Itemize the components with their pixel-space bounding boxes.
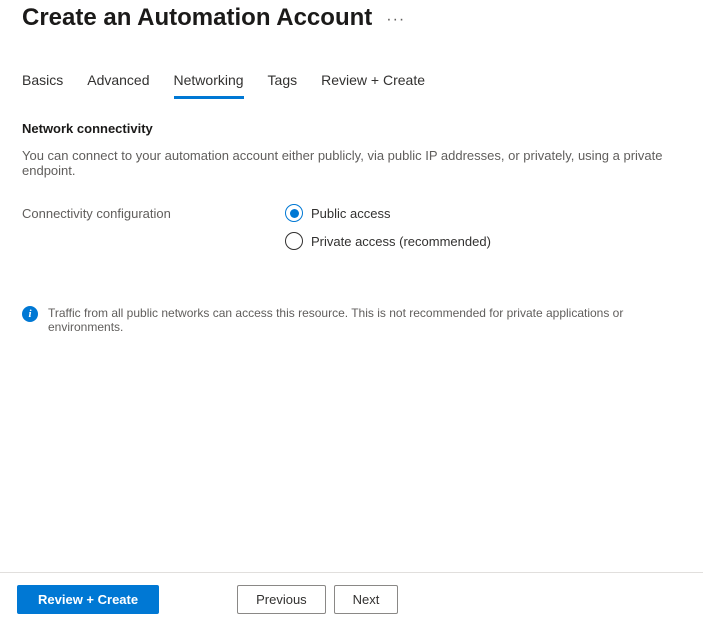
- section-description: You can connect to your automation accou…: [22, 148, 681, 178]
- connectivity-config-row: Connectivity configuration Public access…: [22, 204, 681, 250]
- radio-label-private: Private access (recommended): [311, 234, 491, 249]
- next-button[interactable]: Next: [334, 585, 399, 614]
- footer-bar: Review + Create Previous Next: [0, 572, 703, 626]
- page-header: Create an Automation Account ···: [0, 0, 703, 32]
- radio-private-access[interactable]: Private access (recommended): [285, 232, 491, 250]
- tab-tags[interactable]: Tags: [268, 72, 298, 99]
- section-heading: Network connectivity: [22, 121, 681, 136]
- tab-bar: Basics Advanced Networking Tags Review +…: [0, 32, 703, 99]
- tab-advanced[interactable]: Advanced: [87, 72, 149, 99]
- info-message: i Traffic from all public networks can a…: [22, 306, 681, 334]
- page-title: Create an Automation Account: [22, 4, 372, 32]
- more-icon[interactable]: ···: [386, 11, 405, 29]
- tab-networking[interactable]: Networking: [174, 72, 244, 99]
- connectivity-config-label: Connectivity configuration: [22, 204, 285, 221]
- review-create-button[interactable]: Review + Create: [17, 585, 159, 614]
- content-area: Network connectivity You can connect to …: [0, 99, 703, 334]
- radio-public-access[interactable]: Public access: [285, 204, 491, 222]
- radio-selected-icon: [285, 204, 303, 222]
- radio-unselected-icon: [285, 232, 303, 250]
- tab-review-create[interactable]: Review + Create: [321, 72, 425, 99]
- tab-basics[interactable]: Basics: [22, 72, 63, 99]
- radio-label-public: Public access: [311, 206, 390, 221]
- previous-button[interactable]: Previous: [237, 585, 326, 614]
- connectivity-radio-group: Public access Private access (recommende…: [285, 204, 491, 250]
- info-icon: i: [22, 306, 38, 322]
- info-text: Traffic from all public networks can acc…: [48, 306, 681, 334]
